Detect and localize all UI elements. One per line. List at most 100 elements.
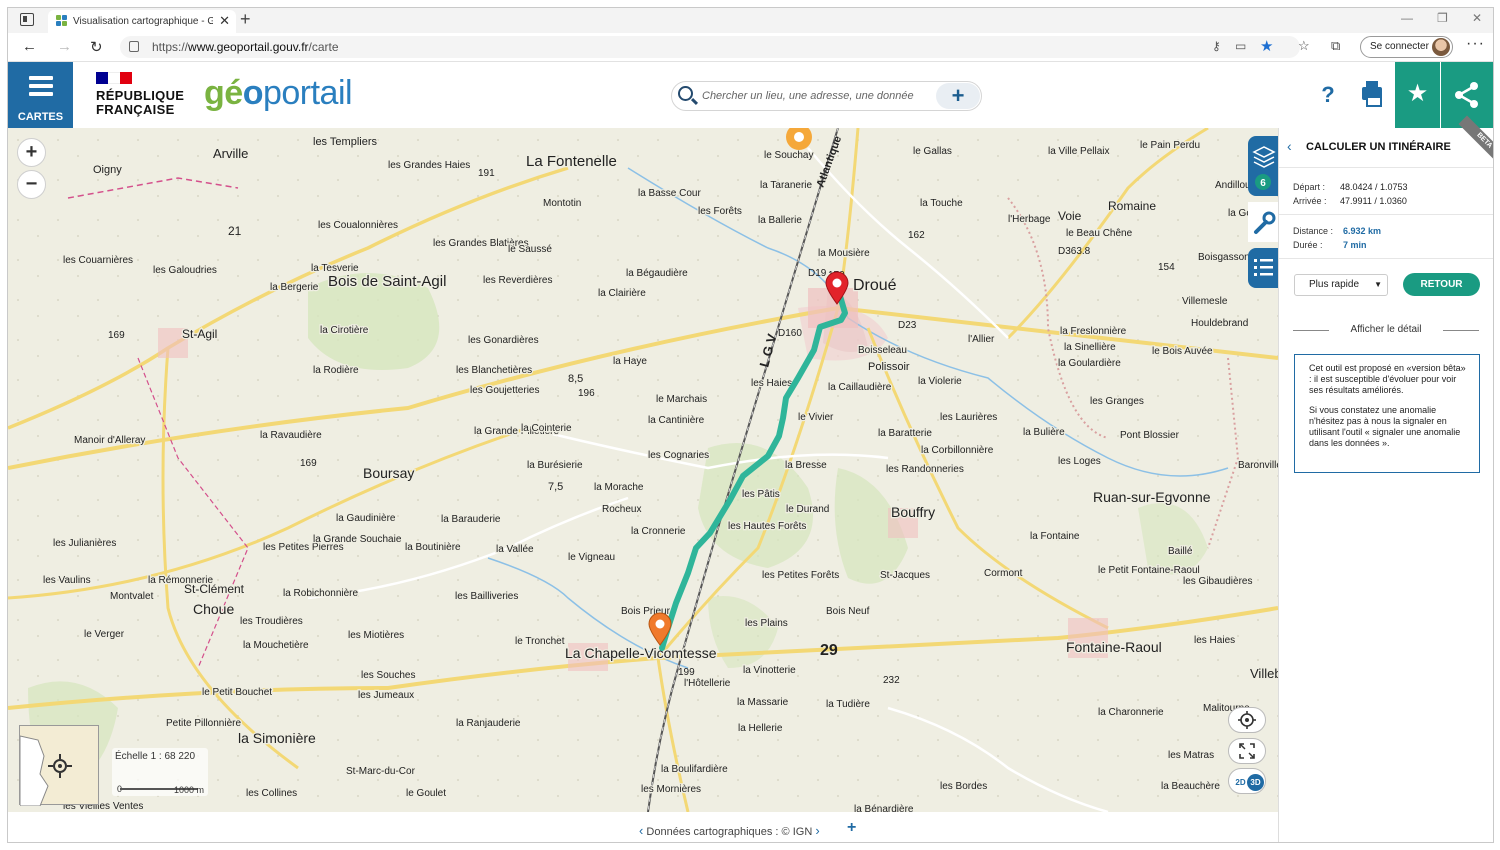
divider xyxy=(1279,258,1493,259)
route-layer xyxy=(659,293,848,651)
rf-line2: FRANÇAISE xyxy=(96,102,175,117)
view-mode-toggle[interactable]: 2D 3D xyxy=(1228,768,1266,794)
minimap-france xyxy=(19,735,72,807)
reader-icon[interactable]: ▭ xyxy=(1235,39,1246,53)
sign-in-button[interactable]: Se connecter xyxy=(1360,36,1453,58)
minimize-icon[interactable]: — xyxy=(1401,11,1413,25)
cartes-label: CARTES xyxy=(17,111,64,123)
credits-expand-button[interactable]: + xyxy=(847,819,856,837)
arrival-value: 47.9911 / 1.0360 xyxy=(1340,196,1407,206)
crosshair-icon xyxy=(1238,711,1256,729)
close-window-icon[interactable]: ✕ xyxy=(1472,11,1482,25)
panel-header: ‹ CALCULER UN ITINÉRAIRE BETA xyxy=(1279,115,1493,168)
restore-icon[interactable]: ❐ xyxy=(1437,11,1448,25)
lock-icon xyxy=(129,41,139,52)
sign-in-label: Se connecter xyxy=(1370,41,1429,52)
favorites-button[interactable]: ★ xyxy=(1395,62,1440,128)
tab-close-icon[interactable]: ✕ xyxy=(219,13,230,29)
fullscreen-button[interactable] xyxy=(1228,738,1266,764)
browser-window: Visualisation cartographique - G ✕ + — ❐… xyxy=(7,7,1494,843)
beta-notice: Cet outil est proposé en «version bêta» … xyxy=(1294,354,1480,473)
itinerary-panel: ‹ CALCULER UN ITINÉRAIRE BETA Départ : 4… xyxy=(1278,115,1493,842)
map-view[interactable]: Atlantique L G V 29 8,5 7,5 21 D19 D23 D… xyxy=(8,128,1278,812)
poi-marker-icon[interactable] xyxy=(784,128,814,152)
star-icon: ★ xyxy=(1406,80,1429,107)
forward-icon[interactable]: → xyxy=(57,38,72,55)
credits-next-icon[interactable]: › xyxy=(815,823,819,838)
panel-title: CALCULER UN ITINÉRAIRE xyxy=(1306,141,1451,153)
new-tab-icon[interactable]: + xyxy=(240,9,251,30)
republique-francaise-logo[interactable]: RÉPUBLIQUE FRANÇAISE xyxy=(96,72,184,117)
key-icon[interactable]: ⚷ xyxy=(1212,39,1221,53)
site-header: CARTES RÉPUBLIQUEFRANÇAISE géoportail + … xyxy=(8,62,1493,128)
url-field[interactable]: https://www.geoportail.gouv.fr/carte ⚷ ▭… xyxy=(120,36,1300,58)
back-icon[interactable]: ← xyxy=(22,38,37,55)
anomaly-notice-text: Si vous constatez une anomalie n'hésitez… xyxy=(1309,405,1461,448)
tools-wrench-button[interactable] xyxy=(1248,202,1278,242)
url-path: /carte xyxy=(308,40,339,54)
departure-marker-icon[interactable] xyxy=(824,271,850,305)
show-detail-link[interactable]: Afficher le détail xyxy=(1293,324,1479,335)
route-line xyxy=(659,293,848,651)
map-scale: Échelle 1 : 68 220 0 1000 m xyxy=(112,748,208,796)
url-domain: www.geoportail.gouv.fr xyxy=(188,40,309,54)
layers-count-badge: 6 xyxy=(1260,178,1266,189)
zoom-out-button[interactable]: − xyxy=(17,170,46,199)
list-icon xyxy=(1254,259,1273,276)
scale-distance: 1000 m xyxy=(173,785,204,795)
arrival-marker-icon[interactable] xyxy=(647,612,673,646)
reload-icon[interactable]: ↻ xyxy=(90,38,103,56)
duration-value: 7 min xyxy=(1343,240,1367,250)
mode-3d-button[interactable]: 3D xyxy=(1247,774,1264,791)
arrival-label: Arrivée : xyxy=(1293,196,1327,206)
geolocate-button[interactable] xyxy=(1228,707,1266,733)
route-mode-value: Plus rapide xyxy=(1309,279,1360,290)
credits-text: Données cartographiques : © IGN xyxy=(646,826,813,838)
tab-title: Visualisation cartographique - G xyxy=(73,16,213,27)
departure-value: 48.0424 / 1.0753 xyxy=(1340,182,1408,192)
chevron-down-icon: ▼ xyxy=(1374,280,1382,289)
window-menu-icon[interactable] xyxy=(20,13,34,26)
retour-button[interactable]: RETOUR xyxy=(1403,273,1480,296)
avatar xyxy=(1432,38,1450,56)
browser-tab[interactable]: Visualisation cartographique - G ✕ xyxy=(48,10,236,33)
logo-part3: portail xyxy=(262,74,353,112)
geoportail-favicon-icon xyxy=(56,15,68,27)
geoportail-logo[interactable]: géoportail xyxy=(204,74,353,113)
help-button[interactable]: ? xyxy=(1308,62,1348,128)
route-mode-select[interactable]: Plus rapide ▼ xyxy=(1294,274,1388,296)
credits-prev-icon[interactable]: ‹ xyxy=(639,823,643,838)
print-button[interactable] xyxy=(1352,62,1392,128)
cartes-menu-button[interactable]: CARTES xyxy=(8,62,73,128)
scale-ratio: Échelle 1 : 68 220 xyxy=(115,751,196,762)
collections-icon[interactable]: ⧉ xyxy=(1331,38,1340,54)
favorites-icon[interactable]: ☆ xyxy=(1298,38,1310,54)
hamburger-icon xyxy=(29,76,53,100)
beta-notice-text: Cet outil est proposé en «version bêta» … xyxy=(1309,363,1466,395)
layers-icon: 6 xyxy=(1252,146,1276,190)
departure-label: Départ : xyxy=(1293,182,1326,192)
tab-bar: Visualisation cartographique - G ✕ + — ❐… xyxy=(8,8,1493,33)
search-icon[interactable] xyxy=(678,86,693,101)
url-prefix: https:// xyxy=(152,40,189,54)
zoom-in-button[interactable]: + xyxy=(17,138,46,167)
back-chevron-icon[interactable]: ‹ xyxy=(1287,138,1292,154)
favorite-star-icon[interactable]: ★ xyxy=(1260,37,1273,55)
divider xyxy=(1279,214,1493,215)
search-input[interactable] xyxy=(702,86,927,106)
logo-part2: o xyxy=(242,74,264,112)
printer-icon xyxy=(1362,81,1382,107)
overview-minimap[interactable] xyxy=(19,725,99,807)
fullscreen-icon xyxy=(1239,743,1255,759)
advanced-search-plus-button[interactable]: + xyxy=(936,83,980,109)
search-box: + xyxy=(671,81,982,111)
address-bar: ← → ↻ https://www.geoportail.gouv.fr/car… xyxy=(8,33,1493,62)
layers-tool-button[interactable]: 6 xyxy=(1248,136,1278,196)
duration-label: Durée : xyxy=(1293,240,1323,250)
rf-line1: RÉPUBLIQUE xyxy=(96,88,185,103)
marianne-flag-icon xyxy=(96,72,132,84)
wrench-icon xyxy=(1254,211,1276,234)
logo-part1: gé xyxy=(204,74,243,112)
more-menu-icon[interactable]: ··· xyxy=(1466,35,1485,53)
legend-tool-button[interactable] xyxy=(1248,248,1278,288)
